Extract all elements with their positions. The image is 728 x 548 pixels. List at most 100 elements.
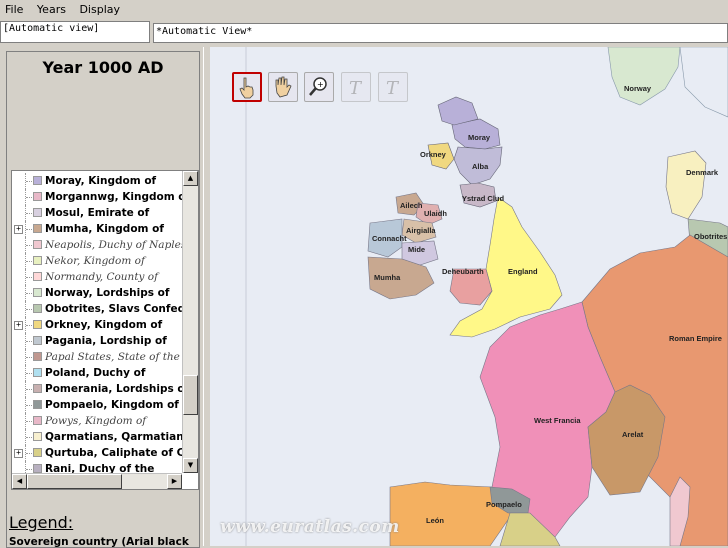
color-swatch [33, 208, 42, 217]
label-ulaidh: Ulaidh [424, 209, 447, 218]
panel-splitter[interactable] [203, 47, 210, 546]
color-swatch [33, 176, 42, 185]
tree-item[interactable]: Pompaelo, Kingdom of P [12, 397, 182, 413]
color-swatch [33, 240, 42, 249]
vertical-scroll-thumb[interactable] [183, 375, 198, 415]
tree-item-label: Normandy, County of [45, 271, 159, 283]
label-moray: Moray [468, 133, 491, 142]
label-england: England [508, 267, 538, 276]
tree-connector [26, 245, 32, 246]
zoom-icon[interactable]: + [304, 72, 334, 102]
vertical-scrollbar[interactable]: ▲ ▼ [182, 171, 198, 473]
tree-connector [26, 373, 32, 374]
tree-item-label: Morgannwg, Kingdom of [45, 191, 182, 203]
expand-icon[interactable]: + [14, 449, 23, 458]
tree-connector [26, 357, 32, 358]
label-mide: Mide [408, 245, 425, 254]
color-swatch [33, 464, 42, 473]
color-swatch [33, 320, 42, 329]
tree-item[interactable]: Norway, Lordships of [12, 285, 182, 301]
left-panel-inner: Year 1000 AD Moray, Kingdom of Morgannwg,… [6, 51, 200, 548]
menu-display[interactable]: Display [74, 0, 125, 16]
tree-item[interactable]: + Mumha, Kingdom of [12, 221, 182, 237]
text-tool-2-icon[interactable]: T [378, 72, 408, 102]
tree-item-label: Poland, Duchy of [45, 367, 146, 379]
tree-item[interactable]: Moray, Kingdom of [12, 173, 182, 189]
label-ystrad-clud: Ystrad Clud [462, 194, 505, 203]
tree-item[interactable]: Normandy, County of [12, 269, 182, 285]
tree-connector [26, 277, 32, 278]
map-canvas[interactable]: Norway Moray Orkney Alba Ailech Ulaidh Y… [210, 47, 728, 546]
label-denmark: Denmark [686, 168, 719, 177]
tree-item-label: Neapolis, Duchy of Naples [45, 239, 182, 251]
hand-pointer-icon[interactable] [232, 72, 262, 102]
tree-connector [26, 341, 32, 342]
tree-item[interactable]: Morgannwg, Kingdom of [12, 189, 182, 205]
tree-item-label: Qurtuba, Caliphate of Co [45, 447, 182, 459]
tree-item[interactable]: + Qurtuba, Caliphate of Co [12, 445, 182, 461]
text-tool-icon[interactable]: T [341, 72, 371, 102]
tree-item[interactable]: Papal States, State of the Ch [12, 349, 182, 365]
tree-item[interactable]: Mosul, Emirate of [12, 205, 182, 221]
tree-item[interactable]: Poland, Duchy of [12, 365, 182, 381]
tree-item[interactable]: + Orkney, Kingdom of [12, 317, 182, 333]
label-alba: Alba [472, 162, 489, 171]
svg-text:T: T [349, 78, 363, 99]
tree-connector [26, 405, 32, 406]
color-swatch [33, 432, 42, 441]
label-arelat: Arelat [622, 430, 644, 439]
map-view[interactable]: Norway Moray Orkney Alba Ailech Ulaidh Y… [210, 47, 728, 546]
tree-item[interactable]: Obotrites, Slavs Confed [12, 301, 182, 317]
tree-item-label: Moray, Kingdom of [45, 175, 157, 187]
view-bar: [Automatic view] *Automatic View* [0, 20, 728, 46]
expand-icon[interactable]: + [14, 321, 23, 330]
tree-item-label: Mosul, Emirate of [45, 207, 150, 219]
tree-item[interactable]: Neapolis, Duchy of Naples [12, 237, 182, 253]
legend-line: Sovereign country (Arial black [9, 536, 189, 548]
tree-connector [26, 309, 32, 310]
svg-text:T: T [386, 78, 400, 99]
horizontal-scroll-thumb[interactable] [27, 474, 122, 489]
label-orkney: Orkney [420, 150, 447, 159]
tree-connector [26, 229, 32, 230]
tree-item[interactable]: Powys, Kingdom of [12, 413, 182, 429]
tree-connector [26, 261, 32, 262]
label-airgialla: Airgialla [406, 226, 436, 235]
left-panel: Year 1000 AD Moray, Kingdom of Morgannwg,… [0, 47, 203, 548]
tree-connector [26, 453, 32, 454]
tree-connector [26, 437, 32, 438]
menu-file[interactable]: File [0, 0, 28, 16]
label-west-francia: West Francia [534, 416, 581, 425]
color-swatch [33, 288, 42, 297]
label-roman-empire: Roman Empire [669, 334, 722, 343]
tree-item-label: Pomerania, Lordships of [45, 383, 182, 395]
svg-text:+: + [317, 80, 324, 89]
color-swatch [33, 304, 42, 313]
expand-icon[interactable]: + [14, 225, 23, 234]
color-swatch [33, 448, 42, 457]
view-name-field[interactable]: *Automatic View* [153, 23, 728, 43]
color-swatch [33, 256, 42, 265]
scroll-right-button[interactable]: ▶ [167, 474, 182, 489]
scroll-left-button[interactable]: ◀ [12, 474, 27, 489]
tree-item[interactable]: Pomerania, Lordships of [12, 381, 182, 397]
view-select[interactable]: [Automatic view] [0, 21, 150, 43]
hand-pan-icon[interactable] [268, 72, 298, 102]
tree-connector [26, 421, 32, 422]
tree-item-label: Nekor, Kingdom of [45, 255, 145, 267]
color-swatch [33, 272, 42, 281]
country-tree[interactable]: Moray, Kingdom of Morgannwg, Kingdom of Mo… [11, 170, 199, 490]
tree-item[interactable]: Qarmatians, Qarmatian [12, 429, 182, 445]
color-swatch [33, 368, 42, 377]
tree-item-label: Pompaelo, Kingdom of P [45, 399, 182, 411]
tree-item-label: Qarmatians, Qarmatian [45, 431, 182, 443]
horizontal-scrollbar[interactable]: ◀ ▶ [12, 473, 182, 489]
tree-item[interactable]: Pagania, Lordship of [12, 333, 182, 349]
tree-item[interactable]: Nekor, Kingdom of [12, 253, 182, 269]
color-swatch [33, 224, 42, 233]
scroll-up-button[interactable]: ▲ [183, 171, 198, 186]
menu-years[interactable]: Years [32, 0, 71, 16]
label-pompaelo: Pompaelo [486, 500, 522, 509]
scroll-down-button[interactable]: ▼ [183, 458, 198, 473]
legend-title: Legend: [9, 513, 74, 532]
